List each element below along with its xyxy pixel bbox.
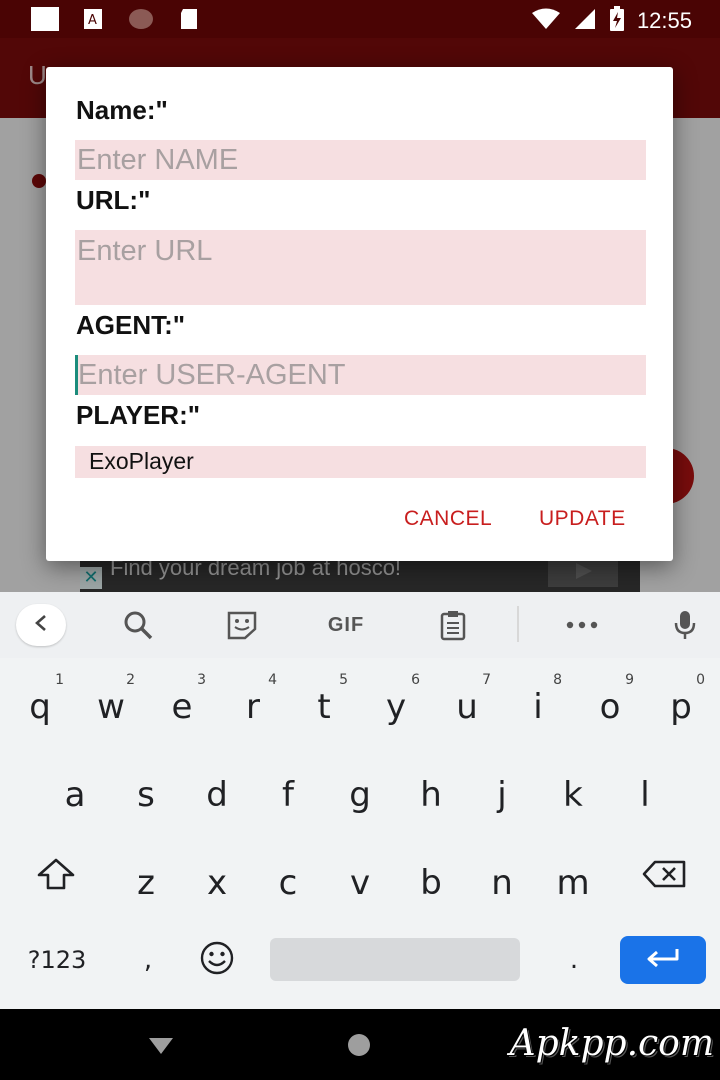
key-r[interactable]: 4r	[223, 664, 283, 734]
emoji-icon	[199, 940, 235, 980]
notification-icons: A	[30, 7, 204, 31]
key-d[interactable]: d	[187, 752, 247, 822]
shift-key[interactable]	[20, 846, 92, 906]
key-i[interactable]: 8i	[508, 664, 568, 734]
toolbar-back-button[interactable]	[16, 604, 66, 646]
name-input[interactable]	[75, 140, 646, 180]
nav-back-icon[interactable]	[148, 1036, 174, 1060]
comma-key[interactable]: ,	[128, 938, 168, 982]
brown-circle-icon	[126, 7, 156, 31]
wifi-icon	[531, 7, 561, 35]
keyboard-toolbar: GIF	[0, 592, 720, 658]
key-s[interactable]: s	[116, 752, 176, 822]
space-bar[interactable]	[270, 938, 520, 981]
a-note-icon: A	[78, 7, 108, 31]
key-b[interactable]: b	[401, 840, 461, 910]
key-n[interactable]: n	[472, 840, 532, 910]
key-h[interactable]: h	[401, 752, 461, 822]
key-j[interactable]: j	[472, 752, 532, 822]
status-bar: A 12:55	[0, 0, 720, 38]
key-e[interactable]: 3e	[152, 664, 212, 734]
search-icon[interactable]	[116, 605, 160, 645]
signal-icon	[573, 7, 597, 35]
backspace-icon	[641, 859, 687, 893]
key-y[interactable]: 6y	[366, 664, 426, 734]
key-p[interactable]: 0p	[651, 664, 711, 734]
shift-icon	[36, 857, 76, 895]
update-button[interactable]: UPDATE	[539, 507, 626, 531]
emoji-key[interactable]	[194, 938, 240, 982]
enter-arrow-icon	[645, 947, 681, 973]
sticker-icon[interactable]	[220, 605, 264, 645]
url-input[interactable]	[75, 230, 646, 305]
key-m[interactable]: m	[543, 840, 603, 910]
sd-card-icon	[174, 7, 204, 31]
backspace-key[interactable]	[628, 846, 700, 906]
svg-text:A: A	[88, 13, 97, 28]
url-label: URL:"	[76, 185, 151, 215]
navigation-bar: Apkpp.com	[0, 1009, 720, 1080]
clock: 12:55	[636, 8, 692, 33]
player-selected-value: ExoPlayer	[89, 448, 194, 474]
soft-keyboard: GIF 1q 2w 3e 4r 5t 6y 7u 8i 9o 0p a s d …	[0, 592, 720, 1009]
nav-home-icon[interactable]	[348, 1034, 370, 1056]
chevron-left-icon	[33, 613, 49, 637]
more-icon[interactable]	[560, 605, 604, 645]
key-v[interactable]: v	[330, 840, 390, 910]
clipboard-icon[interactable]	[431, 605, 475, 645]
key-g[interactable]: g	[330, 752, 390, 822]
key-t[interactable]: 5t	[294, 664, 354, 734]
key-q[interactable]: 1q	[10, 664, 70, 734]
player-select[interactable]: ExoPlayer	[75, 446, 646, 478]
key-a[interactable]: a	[45, 752, 105, 822]
period-key[interactable]: .	[556, 938, 592, 982]
cancel-button[interactable]: CANCEL	[404, 507, 492, 531]
player-label: PLAYER:"	[76, 400, 201, 430]
key-f[interactable]: f	[258, 752, 318, 822]
white-square-icon	[30, 7, 60, 31]
key-u[interactable]: 7u	[437, 664, 497, 734]
key-x[interactable]: x	[187, 840, 247, 910]
key-w[interactable]: 2w	[81, 664, 141, 734]
key-o[interactable]: 9o	[580, 664, 640, 734]
symbols-key[interactable]: ?123	[14, 938, 100, 982]
user-agent-input[interactable]	[75, 355, 646, 395]
name-label: Name:"	[76, 95, 168, 125]
toolbar-divider	[517, 606, 519, 642]
edit-channel-dialog: Name:" URL:" AGENT:" PLAYER:" ExoPlayer …	[46, 67, 673, 561]
key-l[interactable]: l	[615, 752, 675, 822]
mic-icon[interactable]	[663, 605, 707, 645]
battery-charging-icon	[609, 6, 625, 36]
enter-key[interactable]	[620, 936, 706, 984]
key-z[interactable]: z	[116, 840, 176, 910]
agent-label: AGENT:"	[76, 310, 186, 340]
key-k[interactable]: k	[543, 752, 603, 822]
watermark: Apkpp.com	[509, 1023, 714, 1064]
key-c[interactable]: c	[258, 840, 318, 910]
gif-button[interactable]: GIF	[324, 605, 368, 645]
